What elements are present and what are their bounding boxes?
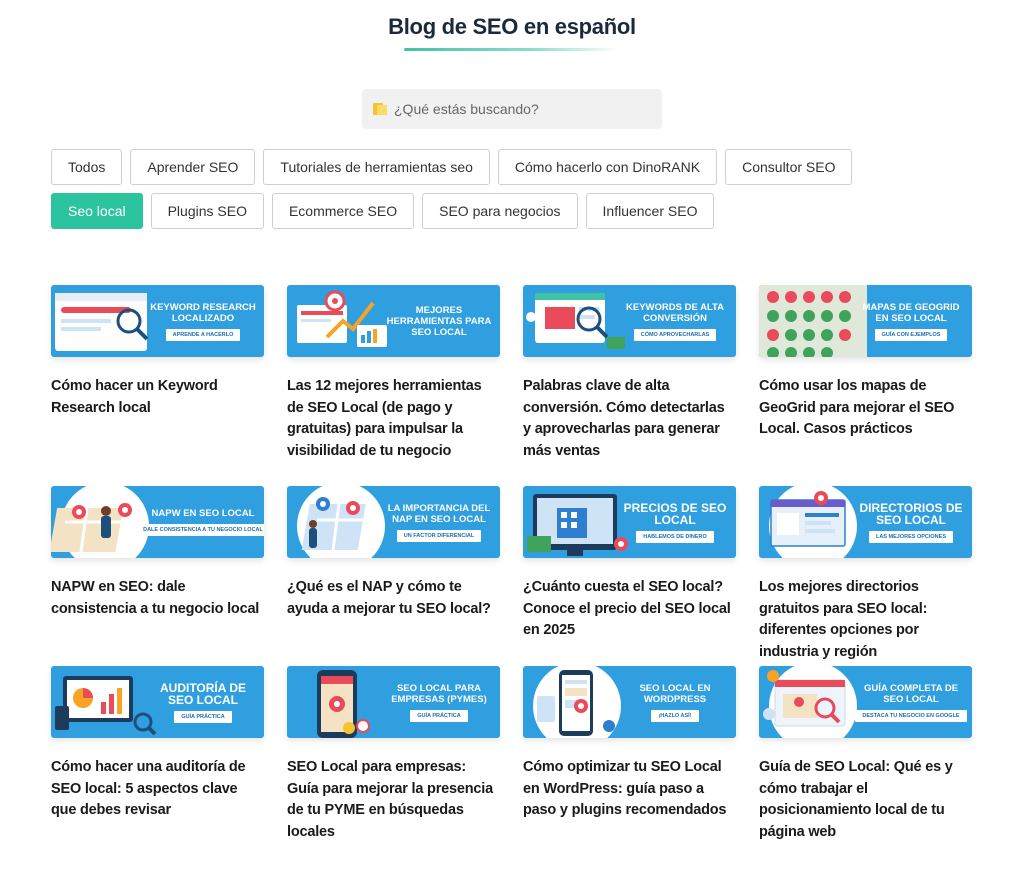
banner-title: Mejores herramientas para SEO local (386, 304, 492, 338)
filter-dinorank[interactable]: Cómo hacerlo con DinoRANK (497, 149, 718, 185)
post-card[interactable]: Auditoría de SEO local Guía práctica Cóm… (51, 666, 264, 846)
filter-aprender-seo[interactable]: Aprender SEO (130, 149, 256, 185)
category-filters: Todos Aprender SEO Tutoriales de herrami… (51, 149, 951, 229)
filter-todos[interactable]: Todos (51, 149, 123, 185)
filter-seo-negocios[interactable]: SEO para negocios (422, 193, 578, 229)
post-title[interactable]: Cómo hacer un Keyword Research local (51, 376, 264, 419)
geogrid-illustration (759, 285, 867, 357)
search-icon (372, 101, 388, 117)
filter-influencer-seo[interactable]: Influencer SEO (585, 193, 715, 229)
post-card[interactable]: SEO local en WordPress ¡Hazlo así! Cómo … (523, 666, 736, 846)
post-title[interactable]: ¿Qué es el NAP y cómo te ayuda a mejorar… (287, 577, 500, 620)
banner-tag: Un factor diferencial (396, 529, 482, 542)
local-seo-guide-illustration (763, 666, 857, 738)
napw-map-illustration (51, 486, 149, 558)
post-title[interactable]: NAPW en SEO: dale consistencia a tu nego… (51, 577, 264, 620)
directories-illustration (769, 486, 857, 558)
post-title[interactable]: Los mejores directorios gratuitos para S… (759, 577, 972, 663)
post-thumbnail[interactable]: Mapas de GeoGrid en SEO local Guía con e… (759, 285, 972, 357)
post-thumbnail[interactable]: Keyword research localizado Aprende a ha… (51, 285, 264, 357)
post-card[interactable]: Mapas de GeoGrid en SEO local Guía con e… (759, 285, 972, 486)
post-title[interactable]: Palabras clave de alta conversión. Cómo … (523, 376, 736, 462)
seo-tools-illustration (297, 290, 387, 347)
audit-illustration (55, 676, 157, 736)
banner-title: Auditoría de SEO local (159, 680, 246, 707)
post-card[interactable]: NAPW en SEO local Dale consistencia a tu… (51, 486, 264, 666)
banner-tag: Las mejores opciones (869, 530, 953, 543)
seo-pricing-illustration (527, 494, 628, 556)
post-card[interactable]: Keyword research localizado Aprende a ha… (51, 285, 264, 486)
banner-title: NAPW en SEO local (151, 508, 255, 519)
post-thumbnail[interactable]: SEO local en WordPress ¡Hazlo así! (523, 666, 736, 738)
banner-tag: Aprende a hacerlo (165, 328, 241, 341)
post-card[interactable]: La importancia del NAP en SEO local Un f… (287, 486, 500, 666)
post-thumbnail[interactable]: Auditoría de SEO local Guía práctica (51, 666, 264, 738)
filter-seo-local[interactable]: Seo local (51, 193, 143, 229)
pymes-illustration (317, 670, 370, 738)
filter-consultor-seo[interactable]: Consultor SEO (725, 149, 853, 185)
post-card[interactable]: Mejores herramientas para SEO local Las … (287, 285, 500, 486)
post-title[interactable]: SEO Local para empresas: Guía para mejor… (287, 757, 500, 843)
post-title[interactable]: Cómo hacer una auditoría de SEO local: 5… (51, 757, 264, 822)
banner-tag: Destaca tu negocio en Google (855, 709, 967, 722)
search-bar[interactable] (362, 89, 662, 129)
filter-ecommerce-seo[interactable]: Ecommerce SEO (271, 193, 415, 229)
banner-title: Keyword research localizado (150, 301, 256, 324)
nap-importance-illustration (297, 486, 385, 558)
post-thumbnail[interactable]: Directorios de SEO local Las mejores opc… (759, 486, 972, 558)
banner-title: SEO local en WordPress (639, 682, 711, 705)
keyword-research-illustration (55, 293, 149, 351)
post-card[interactable]: Directorios de SEO local Las mejores opc… (759, 486, 972, 666)
post-card[interactable]: Guía completa de SEO local Destaca tu ne… (759, 666, 972, 846)
page-header: Blog de SEO en español (0, 14, 1024, 51)
page-title: Blog de SEO en español (388, 14, 636, 39)
post-thumbnail[interactable]: SEO local para empresas (PYMES) Guía prá… (287, 666, 500, 738)
post-thumbnail[interactable]: Mejores herramientas para SEO local (287, 285, 500, 357)
post-thumbnail[interactable]: La importancia del NAP en SEO local Un f… (287, 486, 500, 558)
banner-tag: ¡Hazlo así! (651, 709, 699, 722)
banner-tag: Hablemos de dinero (636, 530, 714, 543)
filter-tutoriales[interactable]: Tutoriales de herramientas seo (263, 149, 490, 185)
search-input[interactable] (394, 101, 644, 117)
banner-title: Keywords de alta conversión (626, 301, 724, 324)
banner-title: Guía completa de SEO local (863, 682, 959, 705)
post-title[interactable]: Guía de SEO Local: Qué es y cómo trabaja… (759, 757, 972, 843)
post-thumbnail[interactable]: NAPW en SEO local Dale consistencia a tu… (51, 486, 264, 558)
post-card[interactable]: Keywords de alta conversión Cómo aprovec… (523, 285, 736, 486)
post-title[interactable]: Cómo optimizar tu SEO Local en WordPress… (523, 757, 736, 822)
post-thumbnail[interactable]: Guía completa de SEO local Destaca tu ne… (759, 666, 972, 738)
post-thumbnail[interactable]: Keywords de alta conversión Cómo aprovec… (523, 285, 736, 357)
banner-title: SEO local para empresas (PYMES) (391, 682, 487, 705)
banner-title: Directorios de SEO local (859, 500, 963, 527)
post-title[interactable]: ¿Cuánto cuesta el SEO local? Conoce el p… (523, 577, 736, 642)
post-thumbnail[interactable]: Precios de SEO local Hablemos de dinero (523, 486, 736, 558)
post-title[interactable]: Las 12 mejores herramientas de SEO Local… (287, 376, 500, 462)
conversion-keywords-illustration (526, 293, 625, 349)
banner-title: La importancia del NAP en SEO local (387, 502, 491, 525)
banner-tag: Guía práctica (174, 710, 232, 723)
post-title[interactable]: Cómo usar los mapas de GeoGrid para mejo… (759, 376, 972, 441)
wordpress-illustration (533, 666, 621, 738)
title-underline (404, 48, 620, 51)
banner-tag: Dale consistencia a tu negocio local (136, 524, 264, 536)
banner-title: Precios de SEO local (623, 500, 727, 527)
posts-grid: Keyword research localizado Aprende a ha… (51, 285, 973, 846)
banner-title: Mapas de GeoGrid en SEO local (862, 301, 960, 324)
filter-plugins-seo[interactable]: Plugins SEO (150, 193, 264, 229)
post-card[interactable]: SEO local para empresas (PYMES) Guía prá… (287, 666, 500, 846)
post-card[interactable]: Precios de SEO local Hablemos de dinero … (523, 486, 736, 666)
banner-tag: Guía práctica (410, 709, 468, 722)
banner-tag: Guía con ejemplos (874, 328, 948, 341)
banner-tag: Cómo aprovecharlas (633, 328, 717, 341)
